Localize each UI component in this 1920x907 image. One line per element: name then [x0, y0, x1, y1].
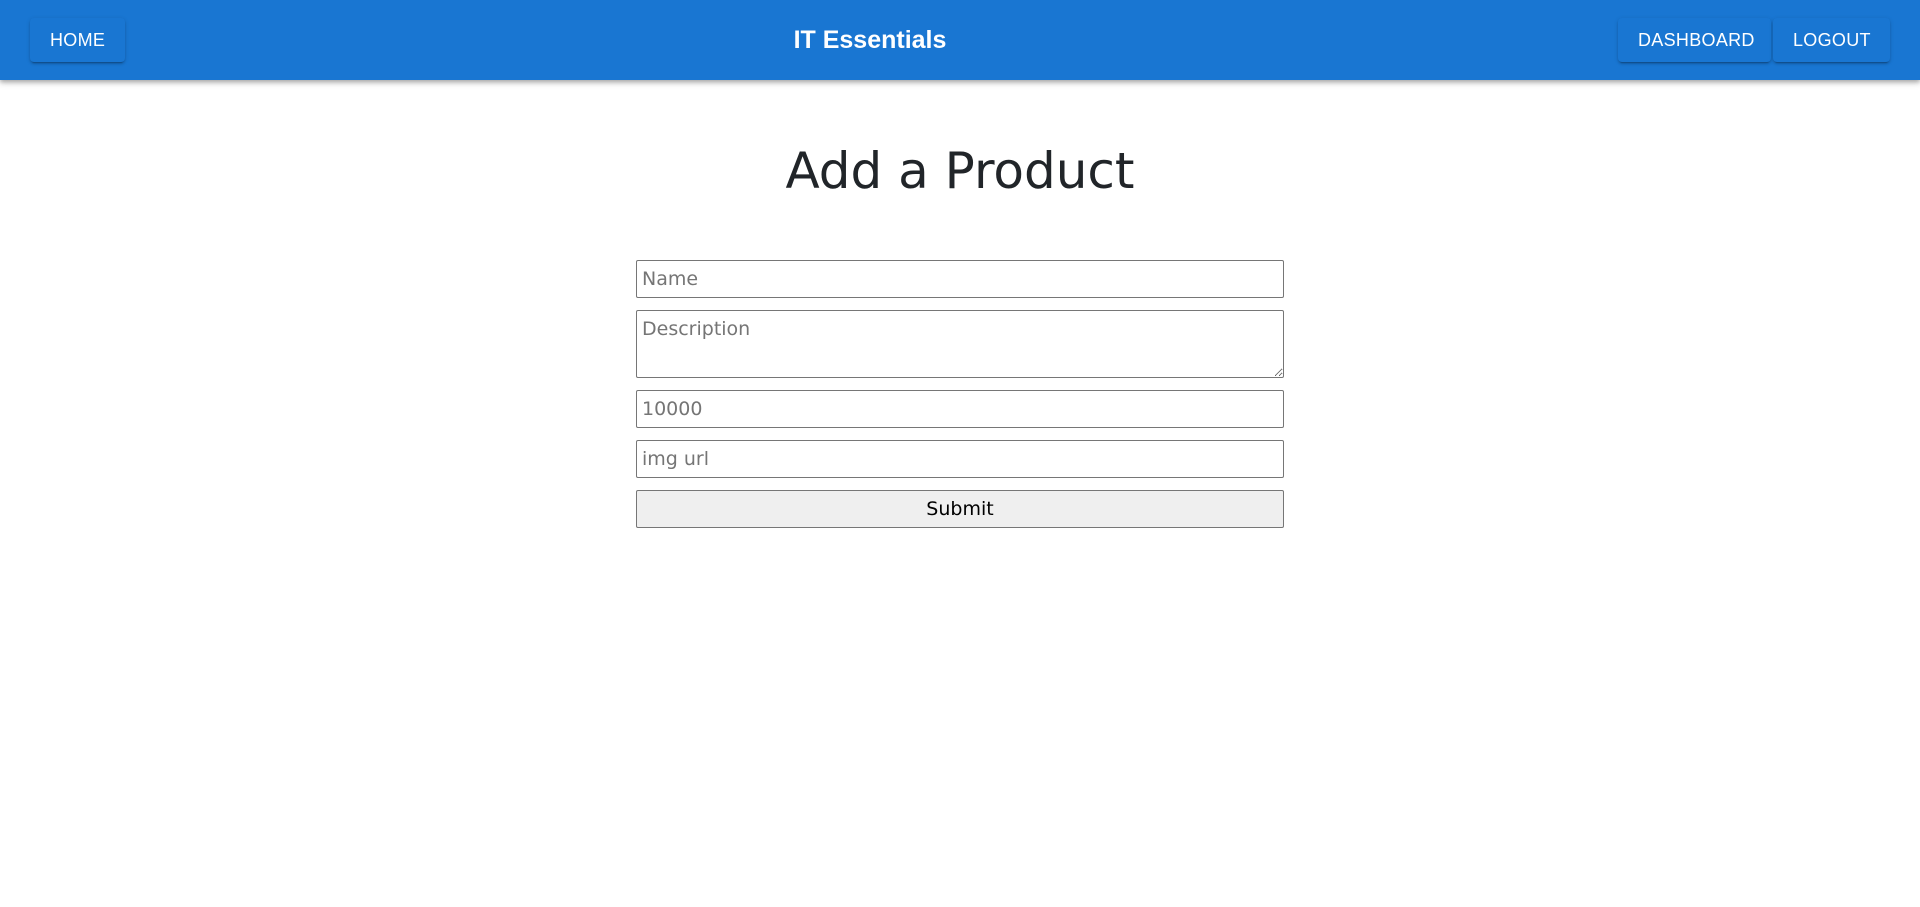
description-textarea[interactable]	[636, 310, 1284, 378]
price-input[interactable]	[636, 390, 1284, 428]
dashboard-button[interactable]: DASHBOARD	[1618, 18, 1771, 62]
add-product-form: Submit	[636, 260, 1284, 528]
app-title: IT Essentials	[793, 26, 947, 54]
app-bar: HOME IT Essentials DASHBOARD LOGOUT	[0, 0, 1920, 80]
submit-button[interactable]: Submit	[636, 490, 1284, 528]
home-button[interactable]: HOME	[30, 18, 125, 62]
image-url-input[interactable]	[636, 440, 1284, 478]
name-input[interactable]	[636, 260, 1284, 298]
logout-button[interactable]: LOGOUT	[1773, 18, 1890, 62]
page-title: Add a Product	[785, 142, 1135, 200]
